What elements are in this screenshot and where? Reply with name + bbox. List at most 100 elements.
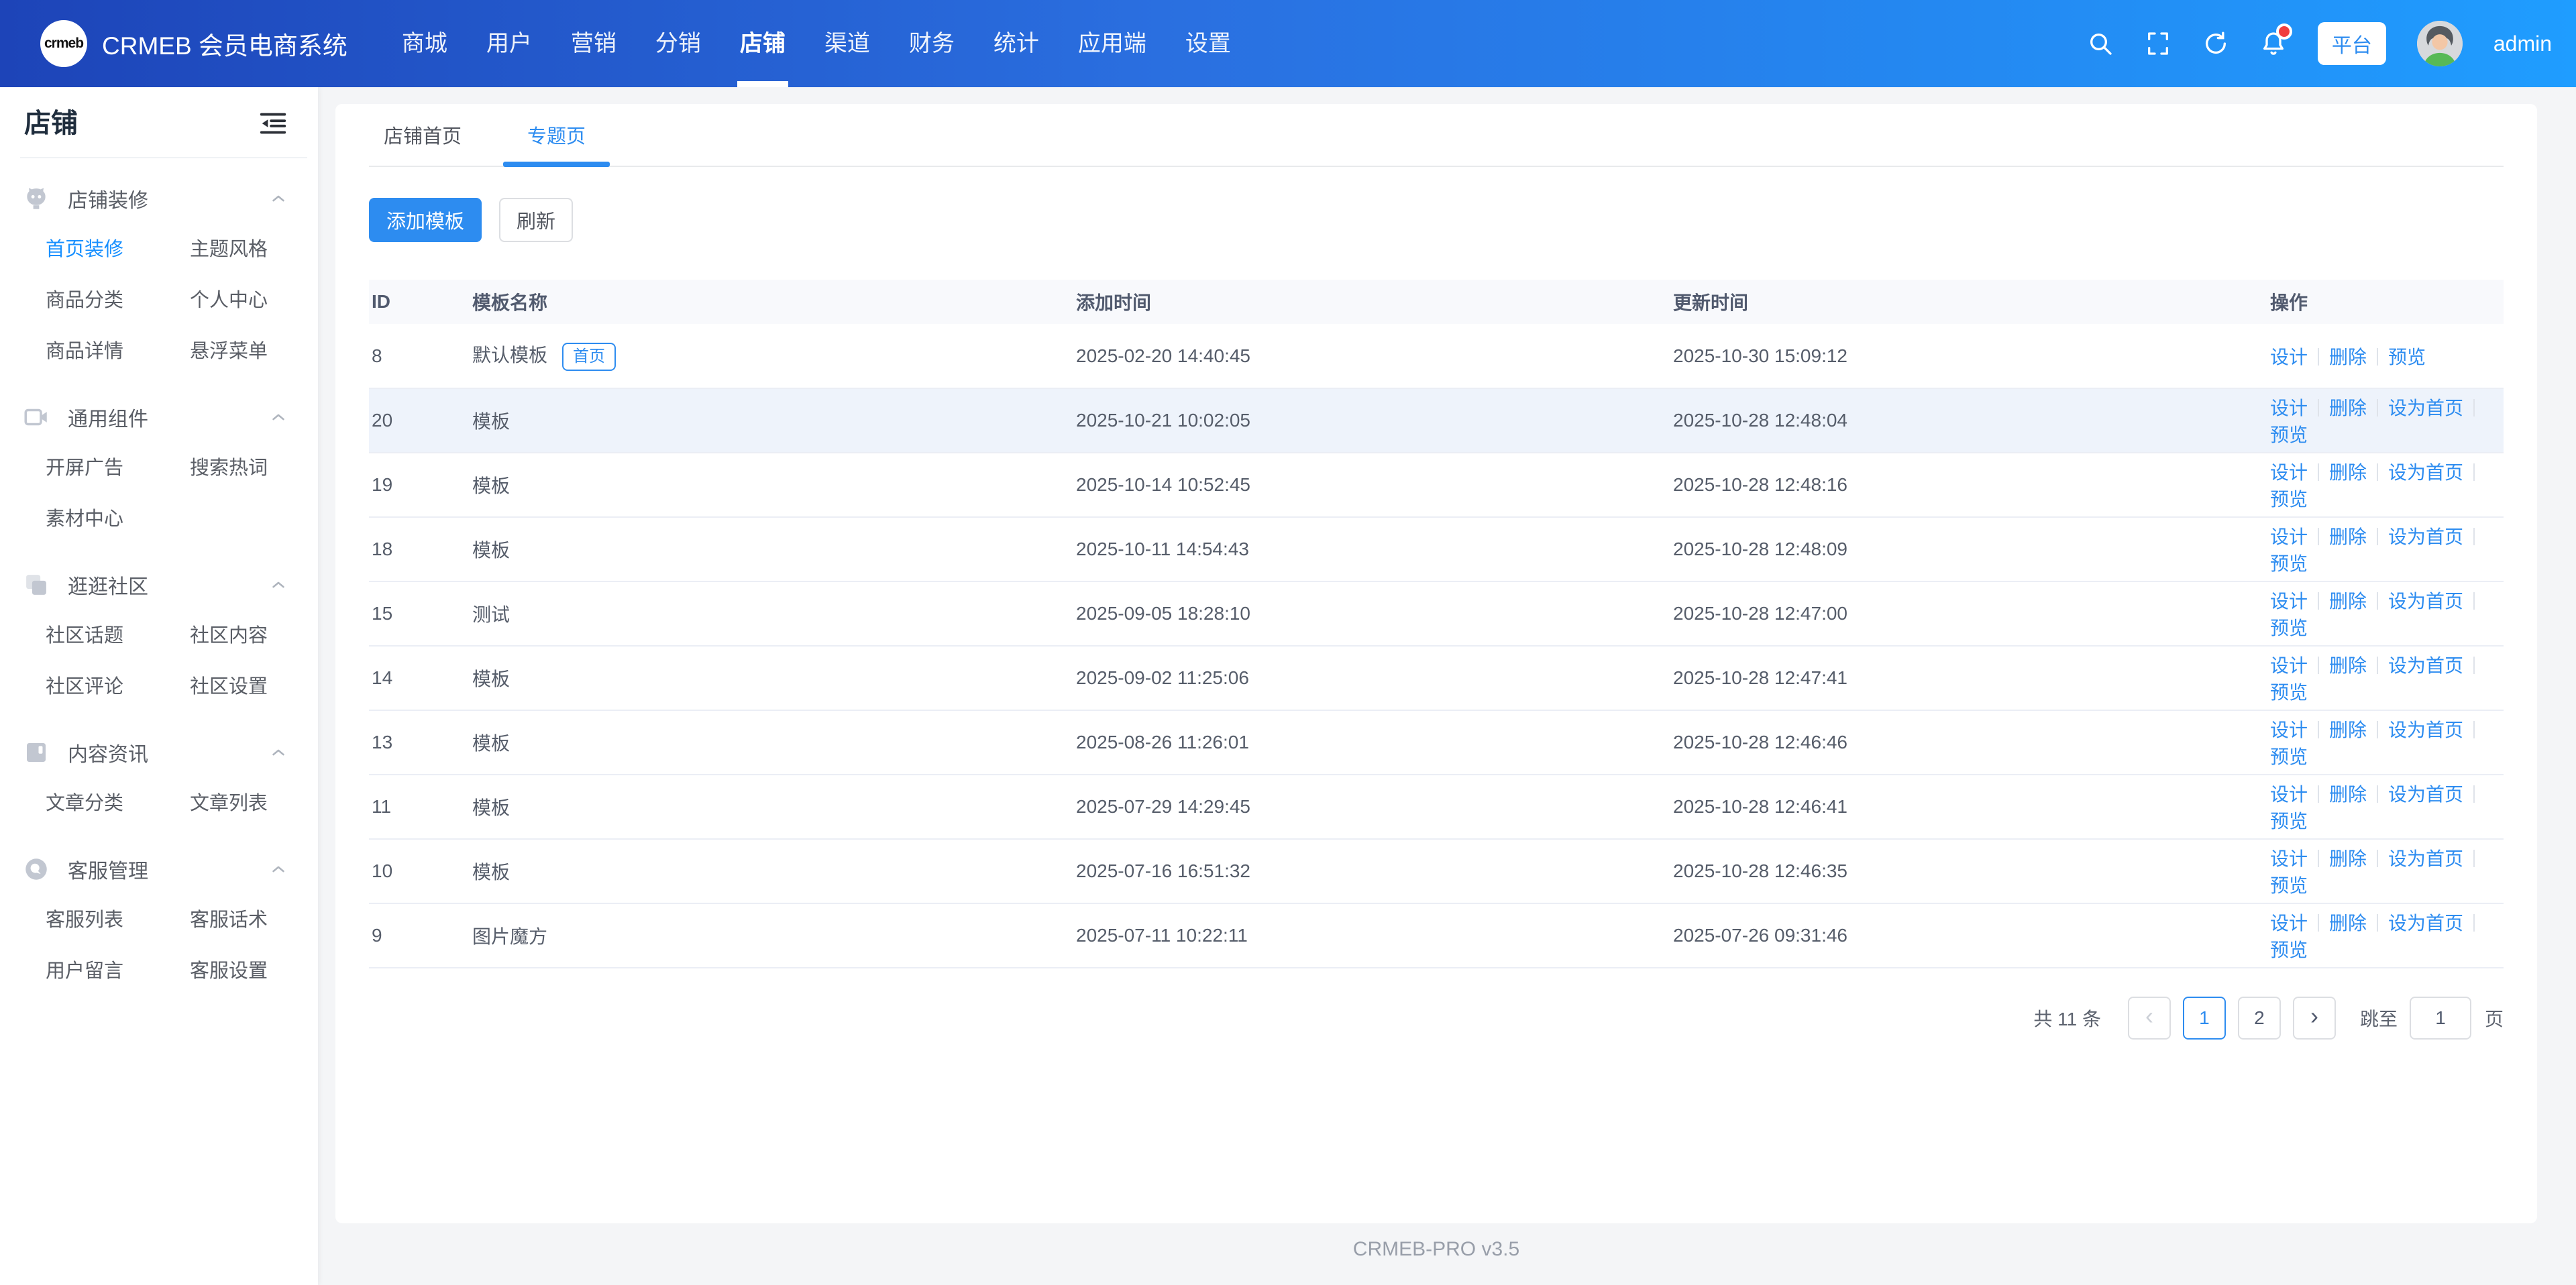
- action-设为首页[interactable]: 设为首页: [2388, 462, 2463, 483]
- action-删除[interactable]: 删除: [2329, 526, 2367, 547]
- action-设为首页[interactable]: 设为首页: [2388, 848, 2463, 869]
- sidebar-item-素材中心[interactable]: 素材中心: [46, 494, 190, 545]
- sidebar-section-header[interactable]: 店铺装修: [0, 173, 318, 224]
- chevron-up-icon[interactable]: [268, 575, 288, 595]
- col-name: 模板名称: [470, 280, 1073, 324]
- chevron-up-icon[interactable]: [268, 188, 288, 209]
- action-删除[interactable]: 删除: [2329, 848, 2367, 869]
- notification-bell-icon[interactable]: [2260, 30, 2287, 57]
- tab-专题页[interactable]: 专题页: [503, 104, 610, 166]
- sidebar-item-商品详情[interactable]: 商品详情: [46, 326, 190, 377]
- action-设计[interactable]: 设计: [2270, 526, 2308, 547]
- menu-fold-icon[interactable]: [258, 108, 288, 139]
- action-设为首页[interactable]: 设为首页: [2388, 526, 2463, 547]
- username[interactable]: admin: [2493, 32, 2552, 56]
- action-设为首页[interactable]: 设为首页: [2388, 591, 2463, 612]
- action-设为首页[interactable]: 设为首页: [2388, 655, 2463, 676]
- action-删除[interactable]: 删除: [2329, 591, 2367, 612]
- chevron-up-icon[interactable]: [268, 742, 288, 763]
- next-page-button[interactable]: ›: [2293, 997, 2336, 1040]
- action-设计[interactable]: 设计: [2270, 655, 2308, 676]
- nav-item-营销[interactable]: 营销: [551, 0, 636, 87]
- platform-badge[interactable]: 平台: [2318, 22, 2386, 65]
- action-预览[interactable]: 预览: [2270, 489, 2308, 510]
- action-设计[interactable]: 设计: [2270, 848, 2308, 869]
- sidebar-item-社区话题[interactable]: 社区话题: [46, 610, 190, 661]
- action-预览[interactable]: 预览: [2270, 425, 2308, 445]
- nav-item-店铺[interactable]: 店铺: [720, 0, 805, 87]
- tab-店铺首页[interactable]: 店铺首页: [369, 104, 476, 166]
- sidebar-item-主题风格[interactable]: 主题风格: [190, 224, 298, 275]
- action-预览[interactable]: 预览: [2270, 682, 2308, 703]
- chevron-up-icon[interactable]: [268, 407, 288, 427]
- search-icon[interactable]: [2087, 30, 2114, 57]
- action-预览[interactable]: 预览: [2270, 746, 2308, 767]
- sidebar-item-搜索热词[interactable]: 搜索热词: [190, 443, 298, 494]
- sidebar-section-header[interactable]: 内容资讯: [0, 727, 318, 778]
- nav-item-应用端[interactable]: 应用端: [1059, 0, 1166, 87]
- jump-page-input[interactable]: [2410, 997, 2471, 1040]
- fullscreen-icon[interactable]: [2145, 30, 2171, 57]
- action-删除[interactable]: 删除: [2329, 913, 2367, 934]
- action-删除[interactable]: 删除: [2329, 398, 2367, 418]
- nav-item-统计[interactable]: 统计: [974, 0, 1059, 87]
- action-设计[interactable]: 设计: [2270, 720, 2308, 740]
- sidebar-item-商品分类[interactable]: 商品分类: [46, 275, 190, 326]
- action-删除[interactable]: 删除: [2329, 720, 2367, 740]
- sidebar-item-文章列表[interactable]: 文章列表: [190, 778, 298, 829]
- action-删除[interactable]: 删除: [2329, 784, 2367, 805]
- nav-item-财务[interactable]: 财务: [890, 0, 974, 87]
- cell-id: 18: [369, 517, 470, 581]
- action-删除[interactable]: 删除: [2329, 655, 2367, 676]
- sidebar-item-社区内容[interactable]: 社区内容: [190, 610, 298, 661]
- nav-item-分销[interactable]: 分销: [636, 0, 720, 87]
- action-设为首页[interactable]: 设为首页: [2388, 720, 2463, 740]
- action-预览[interactable]: 预览: [2388, 347, 2426, 368]
- sidebar-item-首页装修[interactable]: 首页装修: [46, 224, 190, 275]
- action-设计[interactable]: 设计: [2270, 398, 2308, 418]
- action-设计[interactable]: 设计: [2270, 347, 2308, 368]
- page-button-2[interactable]: 2: [2238, 997, 2281, 1040]
- sidebar-item-客服设置[interactable]: 客服设置: [190, 946, 298, 997]
- avatar[interactable]: [2417, 21, 2463, 66]
- nav-item-设置[interactable]: 设置: [1166, 0, 1250, 87]
- action-预览[interactable]: 预览: [2270, 618, 2308, 638]
- page-button-1[interactable]: 1: [2183, 997, 2226, 1040]
- action-预览[interactable]: 预览: [2270, 940, 2308, 960]
- action-设计[interactable]: 设计: [2270, 784, 2308, 805]
- sidebar-item-悬浮菜单[interactable]: 悬浮菜单: [190, 326, 298, 377]
- action-预览[interactable]: 预览: [2270, 553, 2308, 574]
- sidebar-item-开屏广告[interactable]: 开屏广告: [46, 443, 190, 494]
- sidebar-item-客服列表[interactable]: 客服列表: [46, 895, 190, 946]
- sidebar-item-个人中心[interactable]: 个人中心: [190, 275, 298, 326]
- action-删除[interactable]: 删除: [2329, 347, 2367, 368]
- action-设计[interactable]: 设计: [2270, 913, 2308, 934]
- nav-item-商城[interactable]: 商城: [382, 0, 467, 87]
- sidebar-item-文章分类[interactable]: 文章分类: [46, 778, 190, 829]
- sidebar-item-社区评论[interactable]: 社区评论: [46, 661, 190, 712]
- action-separator: [2318, 914, 2319, 932]
- nav-item-渠道[interactable]: 渠道: [805, 0, 890, 87]
- sidebar-item-社区设置[interactable]: 社区设置: [190, 661, 298, 712]
- sidebar-item-用户留言[interactable]: 用户留言: [46, 946, 190, 997]
- action-删除[interactable]: 删除: [2329, 462, 2367, 483]
- action-设为首页[interactable]: 设为首页: [2388, 784, 2463, 805]
- refresh-icon[interactable]: [2202, 30, 2229, 57]
- action-设为首页[interactable]: 设为首页: [2388, 398, 2463, 418]
- action-设计[interactable]: 设计: [2270, 462, 2308, 483]
- sidebar-section-label: 通用组件: [68, 402, 268, 432]
- prev-page-button[interactable]: ‹: [2128, 997, 2171, 1040]
- action-预览[interactable]: 预览: [2270, 875, 2308, 896]
- chevron-up-icon[interactable]: [268, 859, 288, 879]
- refresh-button[interactable]: 刷新: [499, 198, 573, 242]
- nav-item-用户[interactable]: 用户: [467, 0, 551, 87]
- add-template-button[interactable]: 添加模板: [369, 198, 482, 242]
- action-设计[interactable]: 设计: [2270, 591, 2308, 612]
- sidebar-section-header[interactable]: 逛逛社区: [0, 559, 318, 610]
- sidebar-section: 店铺装修首页装修主题风格商品分类个人中心商品详情悬浮菜单: [0, 173, 318, 377]
- action-设为首页[interactable]: 设为首页: [2388, 913, 2463, 934]
- sidebar-section-header[interactable]: 客服管理: [0, 844, 318, 895]
- action-预览[interactable]: 预览: [2270, 811, 2308, 832]
- sidebar-section-header[interactable]: 通用组件: [0, 392, 318, 443]
- sidebar-item-客服话术[interactable]: 客服话术: [190, 895, 298, 946]
